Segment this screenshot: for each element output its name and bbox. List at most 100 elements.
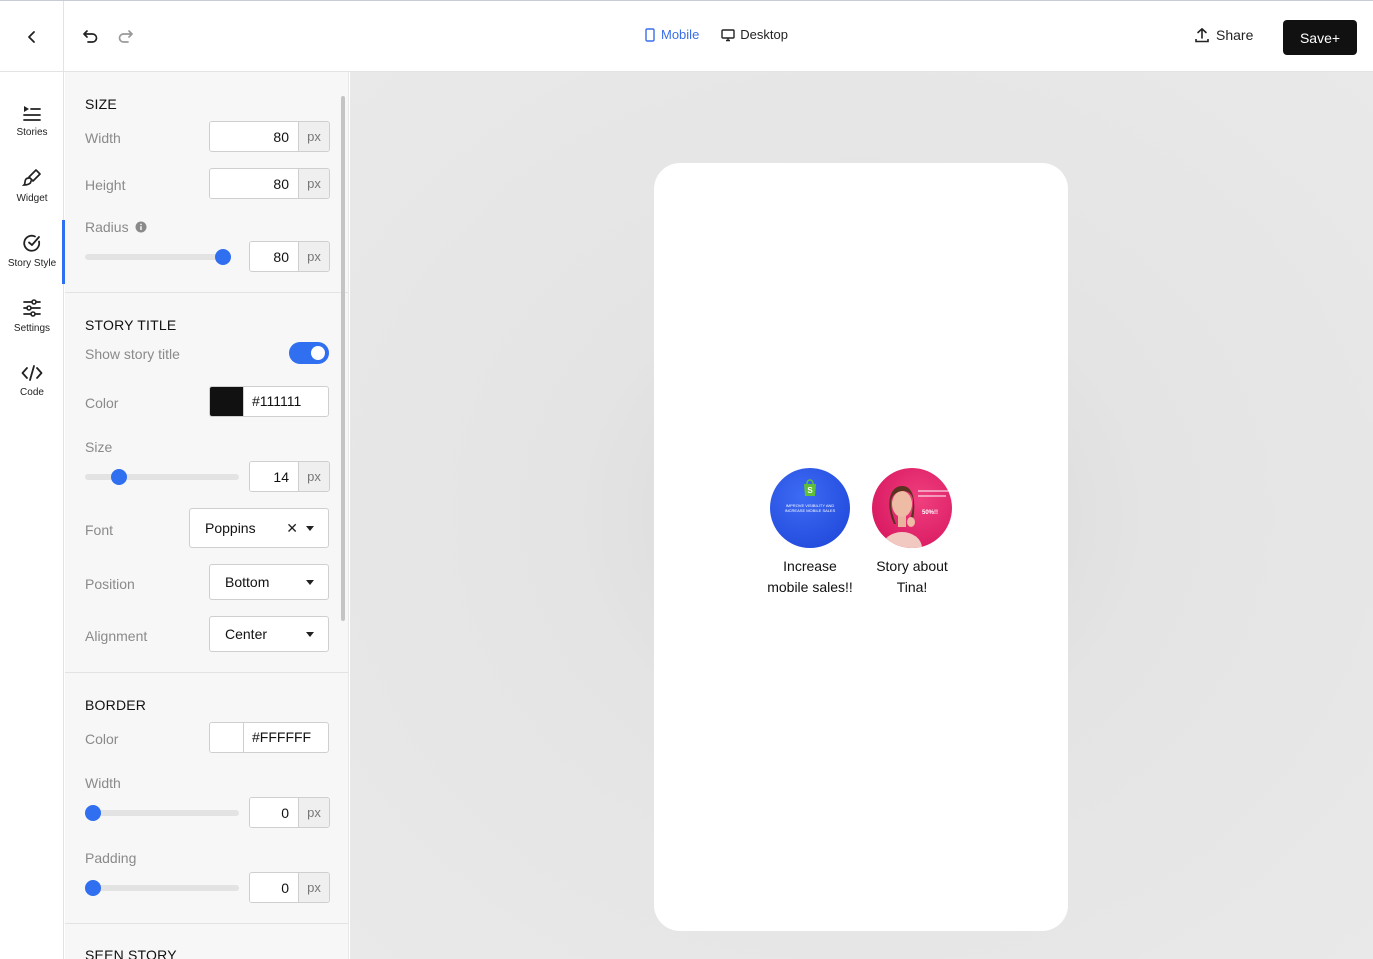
title-color-swatch[interactable] bbox=[210, 387, 244, 416]
story-title: Increase mobile sales!! bbox=[767, 558, 853, 595]
story-item[interactable]: S Improve VISIBILITY and INCREASE MOBILE… bbox=[765, 468, 855, 598]
info-icon[interactable] bbox=[135, 221, 147, 233]
share-button[interactable]: Share bbox=[1194, 27, 1253, 43]
padding-input-group: px bbox=[249, 872, 330, 903]
sliders-icon bbox=[23, 299, 41, 317]
rail-item-code[interactable]: Code bbox=[0, 350, 64, 412]
size-section: SIZE Width px Height px Radius px bbox=[65, 72, 348, 293]
height-input-group: px bbox=[209, 168, 330, 199]
font-clear-button[interactable]: ✕ bbox=[286, 521, 298, 535]
padding-input[interactable] bbox=[250, 873, 298, 902]
width-unit: px bbox=[298, 122, 329, 151]
tab-mobile[interactable]: Mobile bbox=[644, 27, 699, 42]
title-size-label: Size bbox=[85, 439, 113, 455]
back-button[interactable] bbox=[0, 1, 64, 72]
title-size-input[interactable] bbox=[250, 462, 298, 491]
story-title-section: STORY TITLE Show story title Color #1111… bbox=[65, 293, 348, 673]
border-width-slider-thumb[interactable] bbox=[85, 805, 101, 821]
border-color-swatch[interactable] bbox=[210, 723, 244, 752]
story-thumbnail[interactable]: S Improve VISIBILITY and INCREASE MOBILE… bbox=[770, 468, 850, 548]
border-width-unit: px bbox=[298, 798, 329, 827]
redo-button[interactable] bbox=[114, 25, 136, 47]
top-bar: Mobile Desktop Share Save+ bbox=[0, 0, 1373, 72]
border-width-input-group: px bbox=[249, 797, 330, 828]
chevron-down-icon bbox=[306, 526, 314, 531]
padding-label: Padding bbox=[85, 850, 137, 866]
font-select-value: Poppins bbox=[205, 520, 256, 536]
padding-slider[interactable] bbox=[85, 880, 239, 896]
rail-item-settings[interactable]: Settings bbox=[0, 285, 64, 347]
radius-label: Radius bbox=[85, 219, 129, 235]
stories-icon bbox=[23, 106, 41, 121]
preview-canvas: S Improve VISIBILITY and INCREASE MOBILE… bbox=[350, 72, 1373, 959]
thumbnail-text-line bbox=[918, 495, 946, 497]
height-label: Height bbox=[85, 177, 126, 193]
radius-slider[interactable] bbox=[85, 249, 231, 265]
border-width-label: Width bbox=[85, 775, 121, 791]
rail-label-widget: Widget bbox=[16, 193, 48, 204]
padding-slider-thumb[interactable] bbox=[85, 880, 101, 896]
story-title-section-title: STORY TITLE bbox=[85, 317, 177, 333]
radius-label-row: Radius bbox=[85, 219, 147, 235]
thumbnail-text-line bbox=[918, 490, 948, 492]
code-icon bbox=[21, 365, 43, 381]
undo-icon bbox=[83, 30, 98, 43]
alignment-label: Alignment bbox=[85, 628, 148, 644]
title-color-hex[interactable]: #111111 bbox=[244, 387, 328, 416]
width-input[interactable] bbox=[210, 122, 298, 151]
show-story-title-toggle[interactable] bbox=[289, 342, 329, 364]
story-thumbnail[interactable]: 50%!! bbox=[872, 468, 952, 548]
title-size-slider-thumb[interactable] bbox=[110, 469, 127, 485]
device-tabs: Mobile Desktop bbox=[644, 27, 788, 42]
undo-button[interactable] bbox=[80, 25, 102, 47]
seen-story-section-title: SEEN STORY bbox=[85, 947, 177, 959]
height-input[interactable] bbox=[210, 169, 298, 198]
radius-input[interactable] bbox=[250, 242, 298, 271]
border-color-picker[interactable]: #FFFFFF bbox=[209, 722, 329, 753]
width-label: Width bbox=[85, 130, 121, 146]
alignment-select-value: Center bbox=[225, 626, 268, 642]
brush-icon bbox=[22, 169, 41, 186]
border-color-hex[interactable]: #FFFFFF bbox=[244, 723, 328, 752]
story-title: Story about Tina! bbox=[876, 558, 948, 595]
title-color-label: Color bbox=[85, 395, 119, 411]
tab-desktop[interactable]: Desktop bbox=[721, 27, 788, 42]
border-section: BORDER Color #FFFFFF Width px Padding px bbox=[65, 673, 348, 924]
padding-unit: px bbox=[298, 873, 329, 902]
upload-icon bbox=[1195, 28, 1209, 43]
mobile-icon bbox=[645, 27, 655, 42]
redo-icon bbox=[118, 30, 133, 43]
save-button[interactable]: Save+ bbox=[1283, 20, 1357, 55]
border-width-slider[interactable] bbox=[85, 805, 239, 821]
radius-slider-thumb[interactable] bbox=[215, 249, 231, 265]
story-item[interactable]: 50%!! Story about Tina! bbox=[867, 468, 957, 598]
rail-item-story-style[interactable]: Story Style bbox=[0, 220, 65, 284]
check-circle-icon bbox=[23, 234, 41, 252]
story-thumbnail-text: Improve VISIBILITY and INCREASE MOBILE S… bbox=[784, 503, 836, 513]
rail-item-widget[interactable]: Widget bbox=[0, 155, 64, 217]
panel-scrollbar[interactable] bbox=[341, 96, 345, 621]
height-unit: px bbox=[298, 169, 329, 198]
chevron-down-icon bbox=[306, 632, 314, 637]
rail-label-code: Code bbox=[20, 387, 44, 398]
style-settings-panel: SIZE Width px Height px Radius px STORY … bbox=[65, 72, 349, 959]
shopify-bag-icon: S bbox=[804, 479, 816, 496]
svg-text:S: S bbox=[807, 486, 813, 495]
position-label: Position bbox=[85, 576, 135, 592]
rail-label-settings: Settings bbox=[13, 323, 51, 334]
border-width-input[interactable] bbox=[250, 798, 298, 827]
font-select[interactable]: Poppins ✕ bbox=[189, 508, 329, 548]
font-label: Font bbox=[85, 522, 114, 538]
show-story-title-label: Show story title bbox=[85, 346, 180, 362]
story-thumbnail-text: 50%!! bbox=[922, 510, 939, 516]
tab-desktop-label: Desktop bbox=[740, 27, 788, 42]
tab-mobile-label: Mobile bbox=[661, 27, 700, 42]
position-select[interactable]: Bottom bbox=[209, 564, 329, 600]
person-photo-icon bbox=[882, 486, 922, 548]
width-input-group: px bbox=[209, 121, 330, 152]
title-size-slider[interactable] bbox=[85, 469, 239, 485]
alignment-select[interactable]: Center bbox=[209, 616, 329, 652]
rail-item-stories[interactable]: Stories bbox=[0, 90, 64, 152]
position-select-value: Bottom bbox=[225, 574, 270, 590]
title-color-picker[interactable]: #111111 bbox=[209, 386, 329, 417]
